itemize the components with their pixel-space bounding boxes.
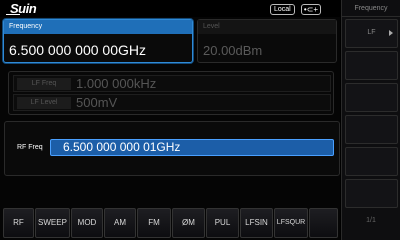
lf-level-row[interactable]: LF Level 500mV <box>13 94 331 111</box>
lf-settings-box: LF Freq 1.000 000kHz LF Level 500mV <box>8 71 334 115</box>
rf-freq-input[interactable]: 6.500 000 000 01GHz <box>50 139 334 156</box>
lf-level-value: 500mV <box>76 95 118 110</box>
softkey-6[interactable] <box>345 179 398 208</box>
tab-empty[interactable] <box>309 208 338 238</box>
status-bar: Suin Local •⊂+ <box>0 0 340 17</box>
logo-underline <box>6 14 20 15</box>
lf-freq-label: LF Freq <box>17 78 71 90</box>
tab-fm[interactable]: FM <box>137 208 171 238</box>
softkey-4[interactable] <box>345 115 398 144</box>
frequency-panel-title: Frequency <box>4 20 192 34</box>
softkey-2[interactable] <box>345 51 398 80</box>
level-panel[interactable]: Level 20.00dBm <box>197 19 337 63</box>
usb-icon: •⊂+ <box>301 4 321 15</box>
tab-sweep[interactable]: SWEEP <box>35 208 70 238</box>
frequency-value: 6.500 000 000 00GHz <box>9 42 146 58</box>
level-panel-title: Level <box>198 20 336 34</box>
bottom-tab-bar: RF SWEEP MOD AM FM ØM PUL LFSIN LFSQUR <box>0 206 340 240</box>
tab-rf[interactable]: RF <box>3 208 34 238</box>
chevron-right-icon <box>389 30 393 36</box>
softkey-lf[interactable]: LF <box>345 19 398 48</box>
level-value: 20.00dBm <box>203 43 263 58</box>
rf-freq-label: RF Freq <box>17 144 43 151</box>
lf-freq-row[interactable]: LF Freq 1.000 000kHz <box>13 75 331 92</box>
frequency-panel[interactable]: Frequency 6.500 000 000 00GHz <box>3 19 193 63</box>
tab-mod[interactable]: MOD <box>71 208 103 238</box>
softkey-3[interactable] <box>345 83 398 112</box>
lf-level-label: LF Level <box>17 97 71 109</box>
softkey-5[interactable] <box>345 147 398 176</box>
main-area: Suin Local •⊂+ Frequency 6.500 000 000 0… <box>0 0 340 240</box>
tab-lfsqur[interactable]: LFSQUR <box>274 208 308 238</box>
tab-lfsin[interactable]: LFSIN <box>240 208 273 238</box>
softkey-panel: Frequency LF 1/1 <box>341 0 400 240</box>
local-badge: Local <box>270 4 295 15</box>
tab-phase-mod[interactable]: ØM <box>172 208 205 238</box>
rf-freq-box: RF Freq 6.500 000 000 01GHz <box>4 121 340 176</box>
softkey-panel-title: Frequency <box>342 0 400 17</box>
tab-am[interactable]: AM <box>104 208 136 238</box>
tab-pul[interactable]: PUL <box>206 208 239 238</box>
page-indicator: 1/1 <box>366 217 376 224</box>
lf-freq-value: 1.000 000kHz <box>76 76 157 91</box>
